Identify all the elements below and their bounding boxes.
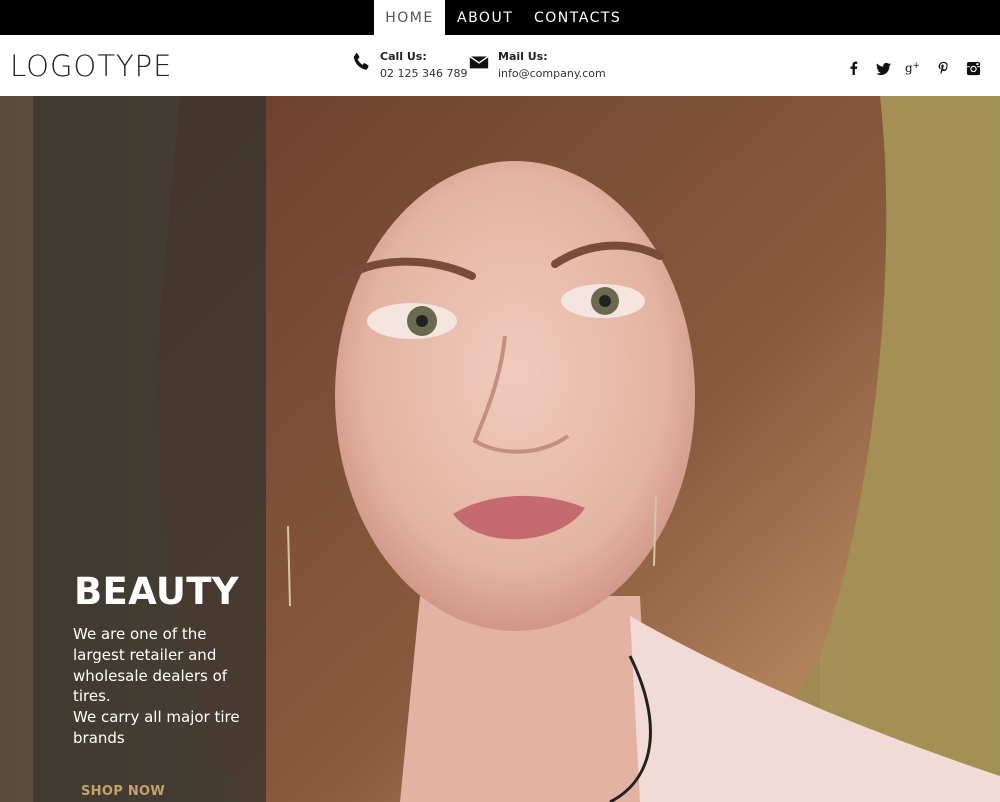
hero-overlay-panel: BEAUTY We are one of the largest retaile… [33, 96, 266, 802]
svg-text:g: g [905, 61, 913, 75]
hero-banner: BEAUTY We are one of the largest retaile… [0, 96, 1000, 802]
mail-label: Mail Us: [498, 50, 548, 63]
logo[interactable]: LOGOTYPE [10, 49, 173, 83]
top-navigation: HOME ABOUT CONTACTS [0, 0, 1000, 35]
instagram-icon[interactable] [964, 59, 982, 77]
nav-item-about[interactable]: ABOUT [445, 0, 522, 35]
mail-info: Mail Us: info@company.com [468, 48, 606, 82]
site-header: LOGOTYPE Call Us: 02 125 346 789 Mail Us… [0, 35, 1000, 96]
shop-now-button[interactable]: SHOP NOW [81, 784, 165, 799]
pinterest-icon[interactable] [934, 59, 952, 77]
envelope-icon [469, 55, 489, 69]
hero-title: BEAUTY [74, 570, 239, 613]
call-info: Call Us: 02 125 346 789 [350, 48, 467, 82]
phone-number[interactable]: 02 125 346 789 [380, 65, 467, 82]
google-plus-icon[interactable]: g + [904, 59, 922, 77]
svg-text:+: + [912, 61, 919, 71]
nav-menu: HOME ABOUT CONTACTS [374, 0, 621, 35]
call-label: Call Us: [380, 50, 427, 63]
twitter-icon[interactable] [874, 59, 892, 77]
hero-description-line1: We are one of the largest retailer and w… [73, 625, 228, 706]
hero-description: We are one of the largest retailer and w… [73, 624, 243, 749]
email-address[interactable]: info@company.com [498, 65, 606, 82]
nav-item-contacts[interactable]: CONTACTS [522, 0, 621, 35]
phone-icon [353, 53, 369, 70]
hero-description-line2: We carry all major tire brands [73, 708, 240, 747]
nav-item-home[interactable]: HOME [374, 0, 445, 35]
facebook-icon[interactable] [845, 59, 863, 77]
